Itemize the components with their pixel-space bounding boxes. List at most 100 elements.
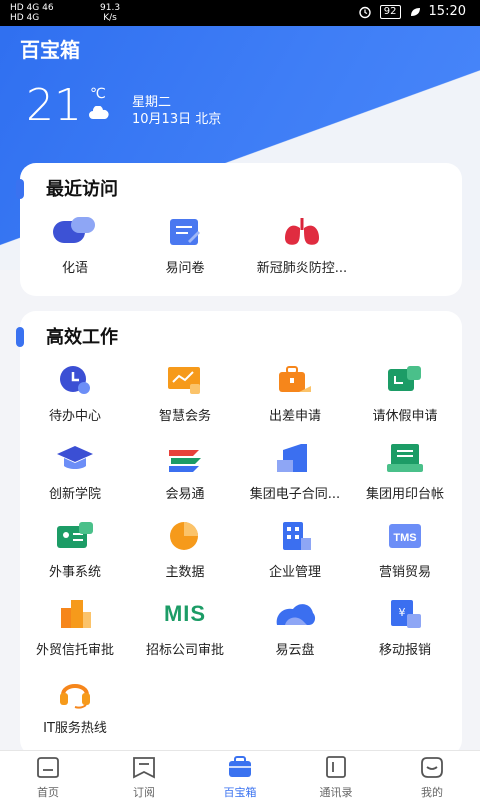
work-item-seal-ledger[interactable]: 集团用印台帐: [350, 439, 460, 502]
chat-bubble-icon: [53, 217, 95, 243]
signal-info: HD 4G 46 HD 4G: [10, 3, 54, 23]
recent-card: 最近访问 化语 易问卷 新冠肺炎防控...: [16, 163, 462, 296]
temperature: 21: [26, 80, 82, 131]
briefcase-icon: [279, 366, 311, 392]
work-item-label: 外贸信托审批: [35, 643, 114, 658]
toolbox-icon: [229, 756, 251, 777]
contacts-icon: [326, 756, 346, 778]
work-title: 高效工作: [46, 327, 118, 348]
work-item-label: 集团电子合同...: [249, 487, 341, 502]
work-item-it-hotline[interactable]: IT服务热线: [20, 673, 130, 736]
nav-label: 通讯录: [319, 786, 353, 799]
cloud-icon: [276, 604, 316, 625]
signal-line-1: HD 4G 46: [10, 3, 54, 13]
work-item-foreign-affairs[interactable]: 外事系统: [20, 517, 130, 580]
recent-title: 最近访问: [46, 179, 118, 200]
subscribe-icon: [133, 757, 155, 779]
work-item-label: 出差申请: [268, 409, 321, 424]
profile-icon: [421, 757, 443, 778]
nav-label: 百宝箱: [223, 786, 257, 799]
recent-item-label: 新冠肺炎防控...: [256, 261, 348, 276]
nav-toolbox[interactable]: 百宝箱: [192, 755, 288, 800]
work-item-todo[interactable]: 待办中心: [20, 361, 130, 424]
leave-icon: [388, 366, 421, 391]
recent-item-label: 易问卷: [165, 261, 205, 276]
net-speed-unit: K/s: [103, 13, 117, 23]
id-card-icon: [57, 522, 93, 548]
clock-icon: [60, 366, 90, 394]
nav-label: 订阅: [133, 786, 155, 799]
work-item-label: 营销贸易: [378, 565, 431, 580]
recent-item-huayu[interactable]: 化语: [20, 213, 130, 276]
work-card: 高效工作 待办中心 智慧会务 出差申请 请休假申请 创新学院 会易通 集团电子合…: [16, 311, 462, 756]
recent-item-label: 化语: [61, 261, 88, 276]
graduation-cap-icon: [57, 446, 93, 469]
status-bar: HD 4G 46 HD 4G 91.3 K/s 92 15:20: [0, 0, 480, 26]
svg-text:¥: ¥: [399, 606, 406, 619]
bottom-navigation: 首页 订阅 百宝箱 通讯录 我的: [0, 750, 480, 801]
tms-text: TMS: [393, 532, 416, 544]
bar-building-icon: [61, 600, 91, 628]
pie-chart-icon: [170, 522, 198, 550]
recent-item-questionnaire[interactable]: 易问卷: [130, 213, 240, 276]
work-item-meeting[interactable]: 智慧会务: [130, 361, 240, 424]
headset-icon: [60, 684, 90, 709]
nav-profile[interactable]: 我的: [384, 755, 480, 800]
work-item-e-contract[interactable]: 集团电子合同...: [240, 439, 350, 502]
net-speed: 91.3 K/s: [100, 3, 120, 23]
work-item-label: 外事系统: [48, 565, 101, 580]
work-item-label: 待办中心: [48, 409, 101, 424]
seal-ledger-icon: [387, 444, 423, 472]
work-item-bidding-approval[interactable]: MIS 招标公司审批: [130, 595, 240, 658]
leaf-icon: [410, 7, 420, 16]
work-item-master-data[interactable]: 主数据: [130, 517, 240, 580]
battery-indicator: 92: [379, 4, 401, 19]
date-location: 10月13日 北京: [132, 112, 222, 127]
signal-line-2: HD 4G: [10, 13, 40, 23]
work-item-marketing-trade[interactable]: TMS 营销贸易: [350, 517, 460, 580]
work-item-label: 易云盘: [275, 643, 315, 658]
temperature-unit: ℃: [90, 86, 106, 102]
lungs-icon: [285, 218, 319, 245]
clock-time: 15:20: [428, 4, 466, 19]
work-item-cloud-disk[interactable]: 易云盘: [240, 595, 350, 658]
work-item-label: 请休假申请: [372, 409, 438, 424]
work-item-label: 智慧会务: [158, 409, 211, 424]
net-speed-value: 91.3: [100, 3, 121, 13]
work-item-label: 主数据: [165, 565, 205, 580]
section-accent: [16, 327, 24, 347]
work-item-label: 招标公司审批: [145, 643, 224, 658]
alarm-icon: [359, 6, 371, 18]
work-item-label: 企业管理: [268, 565, 321, 580]
home-icon: [37, 757, 59, 778]
page-title: 百宝箱: [20, 38, 80, 62]
cloudy-weather-icon: [89, 106, 109, 119]
reimbursement-icon: ¥: [391, 600, 421, 628]
tms-icon: TMS: [389, 524, 421, 548]
section-accent: [16, 179, 24, 199]
building-icon: [283, 522, 311, 550]
questionnaire-icon: [170, 219, 200, 245]
nav-label: 首页: [37, 786, 59, 799]
work-item-enterprise-mgmt[interactable]: 企业管理: [240, 517, 350, 580]
work-item-trust-approval[interactable]: 外贸信托审批: [20, 595, 130, 658]
work-item-academy[interactable]: 创新学院: [20, 439, 130, 502]
work-item-label: 会易通: [165, 487, 205, 502]
work-item-label: 集团用印台帐: [365, 487, 444, 502]
presentation-icon: [168, 367, 200, 394]
work-item-business-trip[interactable]: 出差申请: [240, 361, 350, 424]
nav-contacts[interactable]: 通讯录: [288, 755, 384, 800]
nav-subscribe[interactable]: 订阅: [96, 755, 192, 800]
work-item-label: IT服务热线: [43, 721, 107, 736]
contract-icon: [277, 444, 307, 472]
nav-label: 我的: [421, 786, 443, 799]
work-item-huiyitong[interactable]: 会易通: [130, 439, 240, 502]
layers-icon: [169, 450, 201, 472]
work-item-label: 创新学院: [48, 487, 101, 502]
work-item-label: 移动报销: [378, 643, 431, 658]
recent-item-covid[interactable]: 新冠肺炎防控...: [240, 213, 364, 276]
work-item-leave[interactable]: 请休假申请: [350, 361, 460, 424]
work-item-reimbursement[interactable]: ¥ 移动报销: [350, 595, 460, 658]
nav-home[interactable]: 首页: [0, 755, 96, 800]
mis-logo-icon: MIS: [163, 601, 207, 626]
